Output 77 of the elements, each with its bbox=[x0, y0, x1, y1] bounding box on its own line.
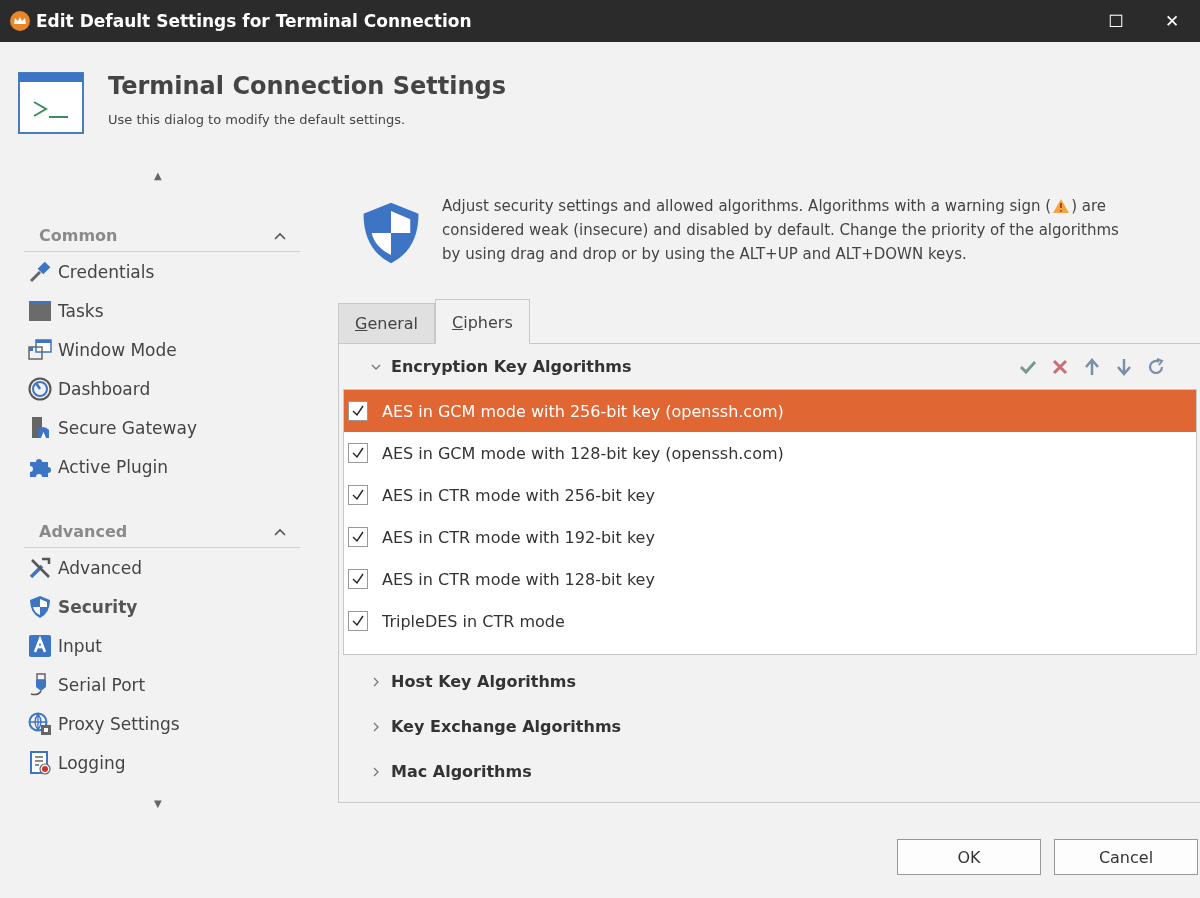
maximize-button[interactable]: ☐ bbox=[1088, 0, 1144, 42]
expand-icon[interactable] bbox=[371, 721, 381, 732]
log-icon bbox=[28, 750, 52, 775]
list-row[interactable]: AES in CTR mode with 128-bit key bbox=[344, 558, 1196, 600]
sidebar-item[interactable]: Window Mode bbox=[24, 330, 300, 369]
algorithm-name: AES in GCM mode with 128-bit key (openssh.com) bbox=[382, 443, 784, 463]
checkmark-icon bbox=[351, 530, 365, 544]
terminal-icon bbox=[18, 72, 84, 134]
warning-icon bbox=[1052, 198, 1071, 214]
page-title: Terminal Connection Settings bbox=[108, 72, 507, 100]
gauge-icon bbox=[28, 376, 52, 401]
checkbox[interactable] bbox=[348, 485, 368, 505]
checkbox[interactable] bbox=[348, 611, 368, 631]
sidebar-item[interactable]: Serial Port bbox=[24, 665, 300, 704]
sidebar-item[interactable]: Tasks bbox=[24, 291, 300, 330]
windows-icon bbox=[28, 337, 52, 362]
algorithm-name: AES in CTR mode with 128-bit key bbox=[382, 569, 655, 589]
sidebar-item[interactable]: Security bbox=[24, 587, 300, 626]
scroll-up-button[interactable]: ▲ bbox=[154, 170, 162, 181]
tab[interactable]: Ciphers bbox=[435, 299, 530, 344]
sidebar-item[interactable]: Proxy Settings bbox=[24, 704, 300, 743]
section-header[interactable]: Key Exchange Algorithms bbox=[391, 717, 622, 736]
checkbox[interactable] bbox=[348, 569, 368, 589]
shield-icon bbox=[28, 594, 52, 619]
section-header[interactable]: Encryption Key Algorithms bbox=[391, 357, 632, 376]
description-text: by using drag and drop or by using the ALT+UP and ALT+DOWN keys. bbox=[442, 244, 967, 265]
checkbox[interactable] bbox=[348, 443, 368, 463]
algorithm-name: AES in GCM mode with 256-bit key (openssh.com) bbox=[382, 401, 784, 421]
page-subtitle: Use this dialog to modify the default settings. bbox=[108, 112, 407, 127]
crown-icon bbox=[10, 11, 30, 31]
section-header[interactable]: Mac Algorithms bbox=[391, 762, 532, 781]
list-row[interactable]: TripleDES in CTR mode bbox=[344, 600, 1196, 642]
collapse-icon[interactable] bbox=[274, 527, 286, 536]
close-icon[interactable] bbox=[1051, 357, 1069, 376]
arrow-down-icon[interactable] bbox=[1115, 357, 1133, 376]
scroll-down-button[interactable]: ▼ bbox=[154, 798, 162, 809]
list-row[interactable]: AES in GCM mode with 128-bit key (openssh.com) bbox=[344, 432, 1196, 474]
collapse-icon[interactable] bbox=[274, 231, 286, 240]
checkbox[interactable] bbox=[348, 401, 368, 421]
refresh-icon[interactable] bbox=[1147, 357, 1165, 376]
tasks-icon bbox=[28, 298, 52, 323]
algorithm-name: TripleDES in CTR mode bbox=[382, 611, 565, 631]
window-title: Edit Default Settings for Terminal Connection bbox=[36, 11, 472, 31]
expand-icon[interactable] bbox=[371, 676, 381, 687]
key-icon bbox=[28, 259, 52, 284]
close-button[interactable]: ✕ bbox=[1144, 0, 1200, 42]
sidebar-item[interactable]: Input bbox=[24, 626, 300, 665]
checkmark-icon bbox=[351, 446, 365, 460]
description-text: Adjust security settings and allowed algorithms. Algorithms with a warning sign ( bbox=[442, 196, 1052, 217]
checkbox[interactable] bbox=[348, 527, 368, 547]
arrow-up-icon[interactable] bbox=[1083, 357, 1101, 376]
expand-icon[interactable] bbox=[371, 766, 381, 777]
section-header[interactable]: Host Key Algorithms bbox=[391, 672, 576, 691]
algorithm-name: AES in CTR mode with 256-bit key bbox=[382, 485, 655, 505]
sidebar-item[interactable]: Credentials bbox=[24, 252, 300, 291]
tab[interactable]: General bbox=[338, 303, 436, 343]
sidebar-item[interactable]: Secure Gateway bbox=[24, 408, 300, 447]
sidebar-item[interactable]: Logging bbox=[24, 743, 300, 782]
algorithm-name: AES in CTR mode with 192-bit key bbox=[382, 527, 655, 547]
group-header: Advanced bbox=[39, 522, 128, 541]
cancel-button[interactable]: Cancel bbox=[1054, 839, 1198, 875]
ok-button[interactable]: OK bbox=[897, 839, 1041, 875]
checkmark-icon bbox=[351, 488, 365, 502]
globe-icon bbox=[28, 711, 52, 736]
description-text: ) are bbox=[1071, 196, 1107, 217]
tools-icon bbox=[28, 555, 52, 580]
group-header: Common bbox=[39, 226, 118, 245]
checkmark-icon bbox=[351, 404, 365, 418]
description-text: considered weak (insecure) and disabled by default. Change the priority of the algorithms bbox=[442, 220, 1119, 241]
list-row[interactable]: AES in CTR mode with 256-bit key bbox=[344, 474, 1196, 516]
list-row[interactable]: AES in CTR mode with 192-bit key bbox=[344, 516, 1196, 558]
checkmark-icon bbox=[351, 572, 365, 586]
letter-icon bbox=[28, 633, 52, 658]
sidebar-item[interactable]: Active Plugin bbox=[24, 447, 300, 486]
sidebar-item[interactable]: Dashboard bbox=[24, 369, 300, 408]
checkmark-icon bbox=[351, 614, 365, 628]
sidebar-item[interactable]: Advanced bbox=[24, 548, 300, 587]
